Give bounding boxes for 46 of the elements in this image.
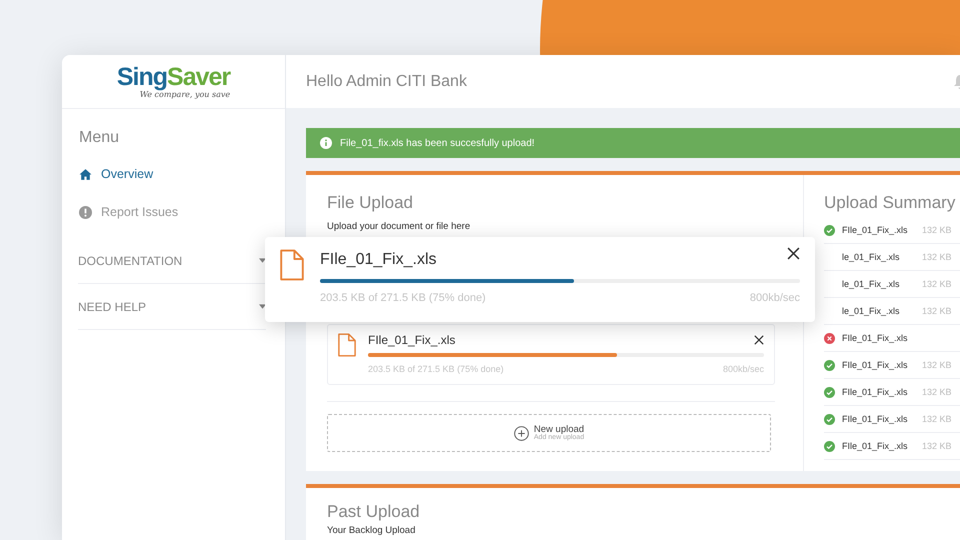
file-name: le_01_Fix_.xls [842, 252, 901, 262]
file-name: FIle_01_Fix_.xls [842, 414, 909, 424]
file-icon [280, 249, 304, 281]
section-title: Past Upload [327, 502, 421, 522]
upload-speed: 800kb/sec [722, 364, 764, 374]
home-icon [79, 168, 92, 180]
file-name: le_01_Fix_.xls [842, 279, 901, 289]
section-subtitle: Upload your document or file here [327, 221, 472, 232]
section-subtitle: Your Backlog Upload [327, 526, 416, 536]
logo: SingSaver We compare, you save [116, 64, 230, 98]
section-header[interactable]: DOCUMENTATION [78, 254, 182, 268]
file-name: FIle_01_Fix_.xls [842, 441, 909, 451]
file-name: FIle_01_Fix_.xls [842, 225, 909, 235]
file-icon [338, 333, 356, 357]
nav-item[interactable]: Overview [79, 155, 268, 193]
file-size: 132 KB [922, 306, 952, 316]
file-size: 132 KB [922, 441, 952, 451]
file-size: 132 KB [922, 225, 952, 235]
close-button[interactable] [754, 333, 764, 343]
file-size: 132 KB [922, 279, 952, 289]
section-header[interactable]: NEED HELP [78, 300, 146, 314]
file-size: 132 KB [922, 387, 952, 397]
nav-item[interactable]: Report Issues [79, 193, 268, 231]
caret-icon [259, 258, 266, 263]
file-name: FIle_01_Fix_.xls [842, 333, 909, 343]
file-name: FIle_01_Fix_.xls [842, 387, 909, 397]
alert-message: File_01_fix.xls has been succesfully upload! [340, 138, 535, 148]
menu-title: Menu [79, 129, 120, 147]
file-size: 132 KB [922, 252, 952, 262]
section-title: Upload Summary [824, 193, 956, 212]
file-name: FIle_01_Fix_.xls [842, 360, 909, 370]
file-size: 132 KB [922, 360, 952, 370]
caret-icon [259, 304, 266, 309]
info-icon [320, 137, 332, 149]
exclamation-icon [79, 206, 92, 218]
file-name: FIle_01_Fix_.xls [320, 251, 436, 269]
progress-text: 203.5 KB of 271.5 KB (75% done) [320, 292, 486, 304]
file-name: FIle_01_Fix_.xls [368, 333, 456, 347]
file-name: le_01_Fix_.xls [842, 306, 901, 316]
file-size: 132 KB [922, 414, 952, 424]
section-title: File Upload [327, 193, 414, 213]
plus-icon [514, 426, 529, 440]
close-button[interactable] [787, 247, 800, 260]
progress-text: 203.5 KB of 271.5 KB (75% done) [368, 364, 504, 374]
upload-speed: 800kb/sec [750, 292, 800, 304]
greeting: Hello Admin CITI Bank [306, 72, 467, 90]
